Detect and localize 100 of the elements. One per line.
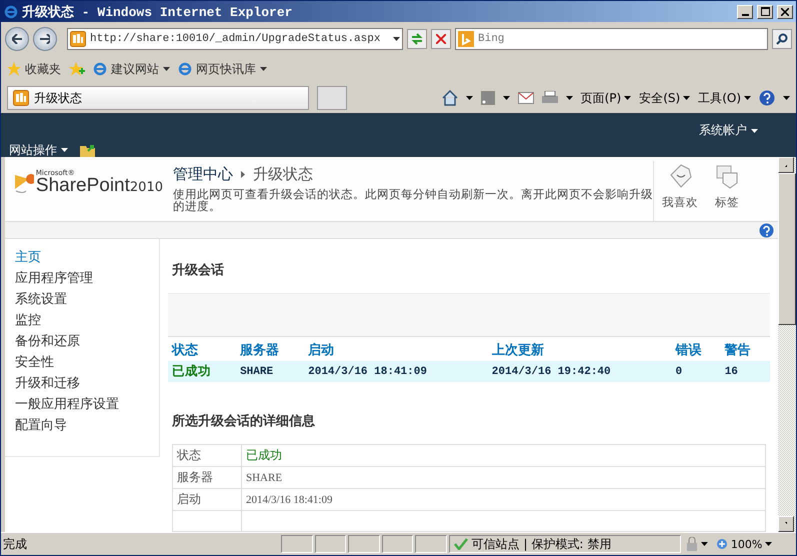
- search-icon: [776, 32, 788, 44]
- like-button[interactable]: 我喜欢: [658, 161, 702, 221]
- caret-icon: [466, 96, 473, 100]
- status-bar-panel: [314, 535, 346, 553]
- sidebar-item[interactable]: 应用程序管理: [5, 268, 159, 289]
- forward-button[interactable]: [33, 26, 57, 50]
- maximize-icon: [760, 7, 770, 16]
- site-actions-menu[interactable]: 网站操作: [9, 142, 68, 158]
- search-engine-icon: [458, 30, 474, 46]
- page-icon: [70, 30, 86, 46]
- minimize-button[interactable]: [737, 4, 753, 18]
- favorites-bar-item[interactable]: 网页快讯库: [178, 60, 267, 78]
- window-title: 升级状态 - Windows Internet Explorer: [22, 4, 294, 20]
- table-cell: 启动: [172, 488, 242, 510]
- star-icon: [7, 62, 21, 76]
- caret-icon: [683, 96, 690, 100]
- status-text: 完成: [3, 536, 28, 552]
- column-header: 错误: [671, 339, 721, 361]
- command-menu[interactable]: 页面(P): [580, 90, 632, 106]
- table-cell: 已成功: [242, 444, 766, 466]
- status-bar-panel: [348, 535, 380, 553]
- mail-icon[interactable]: [518, 92, 534, 104]
- back-arrow-icon: [12, 34, 22, 44]
- status-bar-panel: [415, 535, 447, 553]
- browser-tab[interactable]: 升级状态: [7, 86, 309, 110]
- e-logo-icon: [178, 62, 192, 76]
- tags-icon: [714, 163, 740, 189]
- sidebar-item[interactable]: 备份和还原: [5, 331, 159, 352]
- section-title: 升级会话: [172, 262, 225, 279]
- e-logo-icon: [93, 62, 107, 76]
- status-bar-panel: [281, 535, 313, 553]
- column-header: 状态: [168, 339, 236, 361]
- command-menu[interactable]: 工具(O): [698, 90, 751, 106]
- address-field[interactable]: http://share:10010/_admin/UpgradeStatus.aspx: [67, 28, 403, 50]
- stop-button[interactable]: [431, 28, 451, 48]
- scroll-up-button[interactable]: [778, 157, 794, 173]
- stop-icon: [436, 34, 446, 44]
- help-icon[interactable]: [759, 222, 774, 238]
- command-menu[interactable]: 安全(S): [639, 90, 690, 106]
- maximize-button[interactable]: [757, 4, 773, 18]
- caret-icon: [751, 128, 758, 132]
- forward-arrow-icon: [40, 34, 50, 44]
- close-button[interactable]: [777, 4, 793, 18]
- logo-version: 2010: [130, 180, 163, 195]
- table-cell: SHARE: [242, 466, 766, 488]
- caret-icon: [744, 96, 751, 100]
- tags-button[interactable]: 标签: [710, 161, 744, 221]
- column-header: 启动: [304, 339, 488, 361]
- down-arrow-icon: [785, 522, 787, 526]
- favorites-bar-item[interactable]: 建议网站: [93, 60, 170, 78]
- caret-icon: [624, 96, 632, 100]
- logo-text: SharePoint: [36, 175, 130, 196]
- section-title: 所选升级会话的详细信息: [172, 412, 316, 430]
- sidebar-item[interactable]: 安全性: [5, 352, 159, 373]
- refresh-icon: [410, 32, 424, 46]
- caret-icon: [502, 96, 510, 100]
- back-button[interactable]: [5, 26, 29, 50]
- caret-icon: [765, 542, 772, 546]
- e-logo-icon: [4, 4, 18, 18]
- dropdown-icon: [393, 36, 400, 40]
- sidebar-item[interactable]: 主页: [5, 247, 159, 268]
- page-icon: [13, 90, 29, 106]
- home-icon[interactable]: [442, 90, 458, 106]
- up-arrow-icon: [785, 163, 787, 167]
- session-row[interactable]: 已成功 SHARE 2014/3/16 18:41:09 2014/3/16 19:42:40 0 16: [168, 361, 770, 382]
- sidebar-item[interactable]: 配置向导: [5, 415, 159, 436]
- column-header: 服务器: [236, 339, 304, 361]
- favorites-button[interactable]: 收藏夹: [7, 60, 61, 78]
- column-header: 上次更新: [488, 339, 672, 361]
- close-icon: [781, 8, 789, 16]
- minimize-icon: [742, 14, 748, 16]
- sidebar-item[interactable]: 系统设置: [5, 289, 159, 310]
- page-description: 使用此网页可查看升级会话的状态。此网页每分钟自动刷新一次。离开此网页不会影响升级的进度。: [173, 188, 653, 212]
- table-cell: 状态: [172, 444, 242, 466]
- caret-icon: [700, 542, 708, 546]
- printer-icon[interactable]: [542, 91, 558, 105]
- user-menu[interactable]: 系统帐户: [699, 122, 758, 139]
- security-zone-text: 可信站点 | 保护模式: 禁用: [472, 536, 612, 552]
- breadcrumb-item: 升级状态: [253, 165, 313, 184]
- sidebar-item[interactable]: 升级和迁移: [5, 373, 159, 394]
- scrollbar-thumb[interactable]: [778, 173, 796, 325]
- column-header: 警告: [720, 339, 770, 361]
- table-cell: 2014/3/16 18:41:09: [242, 488, 766, 510]
- breadcrumb-separator-icon: [241, 171, 245, 178]
- sidebar-item[interactable]: 一般应用程序设置: [5, 394, 159, 415]
- breadcrumb-item[interactable]: 管理中心: [173, 165, 233, 184]
- folder-icon[interactable]: [80, 143, 96, 157]
- caret-icon: [566, 96, 573, 100]
- zoom-icon: [716, 538, 728, 550]
- refresh-button[interactable]: [407, 28, 427, 48]
- table-cell: 服务器: [172, 466, 242, 488]
- scroll-down-button[interactable]: [778, 516, 794, 532]
- sidebar-item[interactable]: 监控: [5, 310, 159, 331]
- search-button[interactable]: [772, 28, 792, 48]
- help-icon[interactable]: [759, 90, 775, 106]
- caret-icon: [783, 96, 790, 100]
- zoom-button[interactable]: 100%: [710, 538, 772, 550]
- search-box[interactable]: Bing: [455, 28, 768, 50]
- caret-icon: [163, 67, 170, 71]
- checkmark-icon: [454, 538, 468, 550]
